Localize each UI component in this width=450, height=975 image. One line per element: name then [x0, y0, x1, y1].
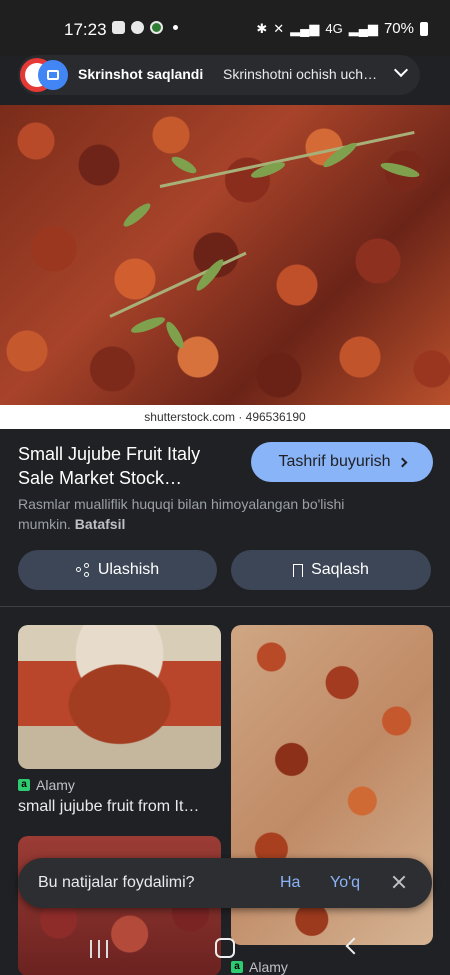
feedback-yes-button[interactable]: Ha: [280, 874, 300, 892]
chevron-right-icon: [397, 457, 407, 467]
copyright-text: Rasmlar mualliflik huquqi bilan himoyala…: [18, 496, 345, 532]
source-name: Alamy: [36, 777, 75, 793]
share-icon: [75, 563, 90, 577]
twig: [159, 130, 415, 188]
gallery-app-icon: [38, 60, 68, 90]
signal-icon-2: ▂▄▆: [348, 20, 378, 36]
status-notification-icons: [112, 21, 178, 34]
download-icon: [131, 21, 144, 34]
alamy-icon: a: [18, 779, 30, 791]
save-button[interactable]: Saqlash: [231, 550, 431, 590]
more-dot-icon: [173, 25, 178, 30]
back-icon[interactable]: [345, 937, 363, 955]
result-source-1: a Alamy: [18, 777, 75, 793]
leaf: [120, 200, 154, 230]
bookmark-icon: [293, 563, 304, 577]
home-icon[interactable]: [215, 938, 235, 958]
main-image[interactable]: [0, 105, 450, 405]
screenshot-notification[interactable]: Skrinshot saqlandi Skrinshotni ochish uc…: [18, 55, 420, 95]
leaf: [163, 319, 187, 351]
notification-text: Skrinshotni ochish uch…: [223, 66, 378, 82]
battery-icon: [420, 21, 428, 36]
close-icon[interactable]: [390, 873, 408, 891]
visit-button[interactable]: Tashrif buyurish: [251, 442, 433, 482]
leaf: [129, 314, 167, 336]
learn-more-link[interactable]: Batafsil: [75, 516, 126, 532]
app-icon: [150, 21, 163, 34]
visit-button-label: Tashrif buyurish: [278, 453, 391, 470]
gallery-icon: [112, 21, 125, 34]
feedback-question: Bu natijalar foydalimi?: [38, 874, 195, 891]
share-button[interactable]: Ulashish: [18, 550, 217, 590]
status-system-icons: ✱ ✕ ▂▄▆ 4G ▂▄▆ 70%: [256, 20, 428, 37]
leaf: [320, 139, 360, 171]
related-title-1[interactable]: small jujube fruit from It…: [18, 798, 218, 816]
twig: [109, 251, 247, 318]
clock: 17:23: [64, 20, 107, 39]
save-button-label: Saqlash: [311, 561, 369, 578]
network-type-label: 4G: [325, 21, 343, 36]
status-bar: 17:23 ✱ ✕ ▂▄▆ 4G ▂▄▆ 70%: [0, 0, 450, 56]
related-image-1[interactable]: [18, 625, 221, 769]
feedback-bar: Bu natijalar foydalimi? Ha Yo'q: [18, 858, 432, 908]
copyright-notice: Rasmlar mualliflik huquqi bilan himoyala…: [18, 494, 378, 534]
recent-apps-icon[interactable]: [90, 940, 108, 958]
feedback-no-button[interactable]: Yo'q: [330, 874, 360, 892]
divider: [0, 606, 450, 607]
result-title[interactable]: Small Jujube Fruit Italy Sale Market Sto…: [18, 442, 233, 490]
signal-icon: ▂▄▆: [290, 20, 320, 36]
leaf: [169, 153, 199, 177]
mute-icon: ✕: [273, 20, 285, 36]
image-watermark-caption: shutterstock.com · 496536190: [0, 405, 450, 429]
bluetooth-icon: ✱: [256, 20, 268, 36]
navigation-bar: [0, 925, 450, 975]
battery-percent: 70%: [383, 20, 414, 37]
share-button-label: Ulashish: [97, 561, 160, 578]
leaf: [379, 159, 421, 181]
notification-title: Skrinshot saqlandi: [78, 66, 204, 82]
